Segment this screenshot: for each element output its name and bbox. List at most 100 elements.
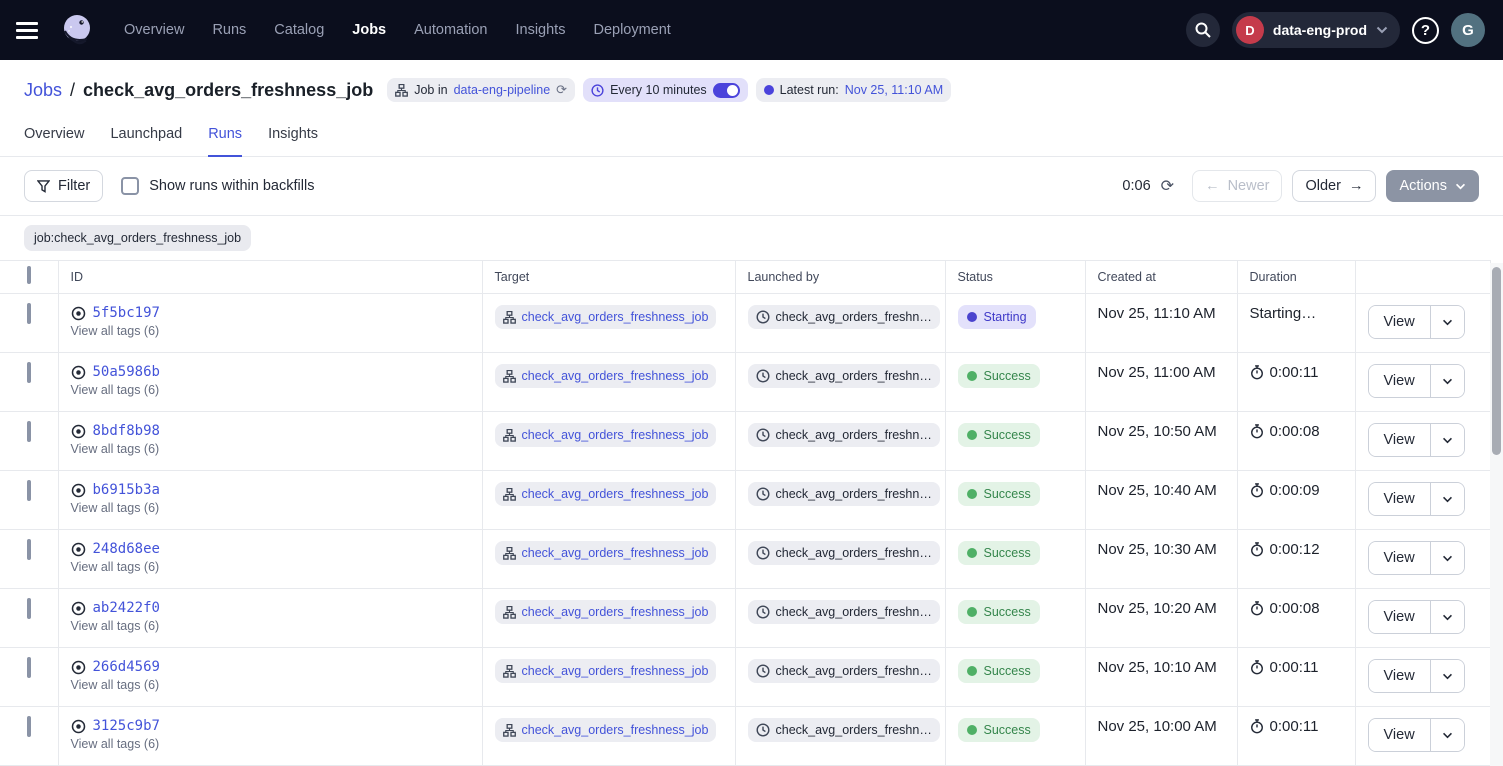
target-chip[interactable]: check_avg_orders_freshness_job [495, 482, 717, 506]
latest-run-link[interactable]: Nov 25, 11:10 AM [845, 83, 943, 97]
launched-by-chip[interactable]: check_avg_orders_freshn… [748, 305, 940, 329]
target-chip[interactable]: check_avg_orders_freshness_job [495, 305, 717, 329]
status-badge[interactable]: Success [958, 718, 1040, 742]
run-id-link[interactable]: 8bdf8b98 [93, 423, 160, 439]
view-all-tags-link[interactable]: View all tags (6) [71, 560, 470, 574]
row-menu-chevron-icon[interactable] [1430, 660, 1464, 692]
view-all-tags-link[interactable]: View all tags (6) [71, 501, 470, 515]
nav-item-catalog[interactable]: Catalog [274, 22, 324, 38]
nav-item-automation[interactable]: Automation [414, 22, 487, 38]
view-run-button[interactable]: View [1369, 660, 1430, 692]
nav-item-insights[interactable]: Insights [515, 22, 565, 38]
workspace-switcher[interactable]: D data-eng-prod [1232, 12, 1400, 48]
created-at-value: Nov 25, 10:00 AM [1098, 718, 1217, 735]
reload-icon[interactable]: ⟳ [556, 82, 567, 98]
nav-item-deployment[interactable]: Deployment [593, 22, 670, 38]
run-id-link[interactable]: ab2422f0 [93, 600, 160, 616]
row-checkbox[interactable] [27, 362, 31, 383]
help-icon[interactable]: ? [1412, 17, 1439, 44]
nav-item-overview[interactable]: Overview [124, 22, 184, 38]
run-id-link[interactable]: 248d68ee [93, 541, 160, 557]
view-all-tags-link[interactable]: View all tags (6) [71, 442, 470, 456]
launched-by-chip[interactable]: check_avg_orders_freshn… [748, 659, 940, 683]
backfills-checkbox-row[interactable]: Show runs within backfills [121, 177, 314, 195]
tab-runs[interactable]: Runs [208, 126, 242, 157]
run-id-link[interactable]: 5f5bc197 [93, 305, 160, 321]
target-chip[interactable]: check_avg_orders_freshness_job [495, 718, 717, 742]
target-chip[interactable]: check_avg_orders_freshness_job [495, 423, 717, 447]
row-checkbox[interactable] [27, 421, 31, 442]
status-badge[interactable]: Success [958, 364, 1040, 388]
status-badge[interactable]: Success [958, 600, 1040, 624]
view-run-button[interactable]: View [1369, 365, 1430, 397]
run-id-link[interactable]: 266d4569 [93, 659, 160, 675]
target-chip[interactable]: check_avg_orders_freshness_job [495, 541, 717, 565]
row-checkbox[interactable] [27, 480, 31, 501]
row-checkbox[interactable] [27, 657, 31, 678]
actions-button[interactable]: Actions [1386, 170, 1479, 202]
row-checkbox[interactable] [27, 716, 31, 737]
row-menu-chevron-icon[interactable] [1430, 483, 1464, 515]
view-all-tags-link[interactable]: View all tags (6) [71, 619, 470, 633]
launched-by-chip[interactable]: check_avg_orders_freshn… [748, 600, 940, 624]
view-all-tags-link[interactable]: View all tags (6) [71, 678, 470, 692]
status-label: Success [984, 369, 1031, 383]
view-run-button[interactable]: View [1369, 483, 1430, 515]
nav-item-jobs[interactable]: Jobs [352, 22, 386, 38]
row-menu-chevron-icon[interactable] [1430, 719, 1464, 751]
refresh-icon[interactable]: ⟳ [1161, 176, 1174, 196]
run-id-link[interactable]: 3125c9b7 [93, 718, 160, 734]
target-chip[interactable]: check_avg_orders_freshness_job [495, 364, 717, 388]
dagster-logo-icon[interactable] [58, 11, 96, 49]
row-checkbox[interactable] [27, 539, 31, 560]
status-badge[interactable]: Success [958, 482, 1040, 506]
nav-item-runs[interactable]: Runs [212, 22, 246, 38]
older-button[interactable]: Older → [1292, 170, 1376, 202]
row-menu-chevron-icon[interactable] [1430, 424, 1464, 456]
view-run-button[interactable]: View [1369, 719, 1430, 751]
user-avatar[interactable]: G [1451, 13, 1485, 47]
view-run-button[interactable]: View [1369, 424, 1430, 456]
view-all-tags-link[interactable]: View all tags (6) [71, 737, 470, 751]
launched-by-chip[interactable]: check_avg_orders_freshn… [748, 718, 940, 742]
target-chip[interactable]: check_avg_orders_freshness_job [495, 659, 717, 683]
menu-icon[interactable] [16, 16, 44, 44]
select-all-checkbox[interactable] [27, 266, 31, 284]
run-id-link[interactable]: 50a5986b [93, 364, 160, 380]
tab-insights[interactable]: Insights [268, 126, 318, 157]
filter-button[interactable]: Filter [24, 170, 103, 202]
breadcrumb-jobs-link[interactable]: Jobs [24, 80, 62, 101]
status-badge[interactable]: Success [958, 659, 1040, 683]
row-menu-chevron-icon[interactable] [1430, 542, 1464, 574]
row-menu-chevron-icon[interactable] [1430, 306, 1464, 338]
backfills-checkbox[interactable] [121, 177, 139, 195]
status-badge[interactable]: Success [958, 541, 1040, 565]
tab-launchpad[interactable]: Launchpad [110, 126, 182, 157]
view-run-button[interactable]: View [1369, 601, 1430, 633]
job-filter-tag[interactable]: job:check_avg_orders_freshness_job [24, 225, 251, 251]
row-checkbox[interactable] [27, 598, 31, 619]
row-menu-chevron-icon[interactable] [1430, 365, 1464, 397]
launched-by-chip[interactable]: check_avg_orders_freshn… [748, 423, 940, 447]
run-id-link[interactable]: b6915b3a [93, 482, 160, 498]
tab-overview[interactable]: Overview [24, 126, 84, 157]
schedule-toggle[interactable] [713, 83, 740, 98]
vertical-scrollbar[interactable] [1490, 263, 1503, 766]
target-chip[interactable]: check_avg_orders_freshness_job [495, 600, 717, 624]
table-row: 248d68ee View all tags (6) check_avg_ord… [0, 530, 1490, 589]
scrollbar-thumb[interactable] [1492, 267, 1501, 455]
view-run-button[interactable]: View [1369, 542, 1430, 574]
newer-button[interactable]: ← Newer [1192, 170, 1282, 202]
search-icon[interactable] [1186, 13, 1220, 47]
launched-by-chip[interactable]: check_avg_orders_freshn… [748, 541, 940, 565]
launched-by-chip[interactable]: check_avg_orders_freshn… [748, 364, 940, 388]
status-badge[interactable]: Starting [958, 305, 1036, 329]
launched-by-chip[interactable]: check_avg_orders_freshn… [748, 482, 940, 506]
view-all-tags-link[interactable]: View all tags (6) [71, 383, 470, 397]
status-badge[interactable]: Success [958, 423, 1040, 447]
row-checkbox[interactable] [27, 303, 31, 324]
code-location-link[interactable]: data-eng-pipeline [454, 83, 551, 97]
view-run-button[interactable]: View [1369, 306, 1430, 338]
view-all-tags-link[interactable]: View all tags (6) [71, 324, 470, 338]
row-menu-chevron-icon[interactable] [1430, 601, 1464, 633]
